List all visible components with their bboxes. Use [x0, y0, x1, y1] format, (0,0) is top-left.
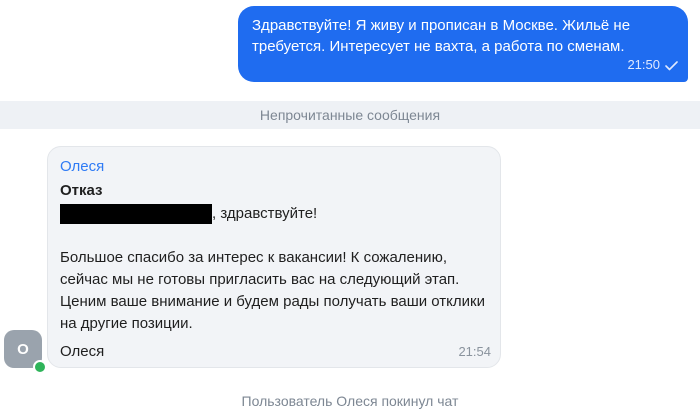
outgoing-message-time: 21:50 [627, 57, 660, 72]
sender-name[interactable]: Олеся [60, 157, 488, 177]
greeting-text: , здравствуйте! [212, 205, 318, 222]
avatar-initial: О [17, 340, 29, 358]
unread-divider-label: Непрочитанные сообщения [259, 107, 441, 123]
message-body: Большое спасибо за интерес к вакансии! К… [60, 249, 485, 332]
outgoing-message-bubble[interactable]: Здравствуйте! Я живу и прописан в Москве… [238, 6, 688, 82]
redacted-name [60, 204, 212, 224]
greeting-line: , здравствуйте! [60, 203, 488, 225]
unread-messages-divider: Непрочитанные сообщения [0, 101, 700, 129]
message-signature: Олеся [60, 343, 105, 360]
incoming-message-time: 21:54 [458, 344, 491, 359]
single-check-icon [665, 61, 678, 71]
online-status-indicator [33, 360, 47, 374]
message-subject: Отказ [60, 182, 103, 199]
outgoing-message-text: Здравствуйте! Я живу и прописан в Москве… [252, 17, 631, 55]
incoming-message-bubble[interactable]: Олеся Отказ , здравствуйте! Большое спас… [47, 146, 501, 368]
system-message: Пользователь Олеся покинул чат [241, 393, 459, 409]
